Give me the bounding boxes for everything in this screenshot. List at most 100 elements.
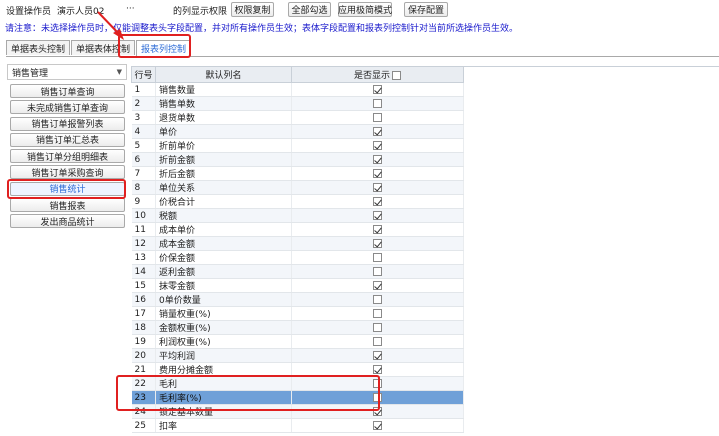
report-item[interactable]: 销售订单采购查询 xyxy=(10,165,125,180)
report-item[interactable]: 发出商品统计 xyxy=(10,214,125,229)
column-name: 单价 xyxy=(155,124,292,139)
column-name: 扣率 xyxy=(155,418,292,433)
tab-report-columns[interactable]: 报表列控制 xyxy=(136,40,192,56)
column-permission-label: 的列显示权限 xyxy=(173,7,228,17)
table-row[interactable]: 20 平均利润 xyxy=(131,348,464,363)
table-row[interactable]: 9 价税合计 xyxy=(131,194,464,209)
table-row[interactable]: 2 销售单数 xyxy=(131,96,464,111)
unchecked-checkbox[interactable] xyxy=(373,322,382,332)
checked-checkbox[interactable] xyxy=(373,140,382,150)
table-row[interactable]: 6 折前金额 xyxy=(131,152,464,167)
column-name: 锁定基本数量 xyxy=(155,404,292,419)
table-row[interactable]: 7 折后金额 xyxy=(131,166,464,181)
checked-checkbox[interactable] xyxy=(373,182,382,192)
tab-doc-header[interactable]: 单据表头控制 xyxy=(6,40,71,55)
checked-checkbox[interactable] xyxy=(373,168,382,178)
unchecked-checkbox[interactable] xyxy=(373,112,382,122)
checked-checkbox[interactable] xyxy=(373,154,382,164)
module-select[interactable]: 销售管理 ▼ xyxy=(7,64,127,80)
table-row[interactable]: 1 销售数量 xyxy=(131,82,464,97)
tab-doc-body[interactable]: 单据表体控制 xyxy=(71,40,136,55)
unchecked-checkbox[interactable] xyxy=(373,294,382,304)
checked-checkbox[interactable] xyxy=(373,196,382,206)
row-number: 17 xyxy=(131,306,156,321)
table-row[interactable]: 14 返利金额 xyxy=(131,264,464,279)
operator-value[interactable]: 演示人员02 xyxy=(57,4,104,17)
show-cell xyxy=(291,292,464,307)
column-grid: 行号 默认列名 是否显示 1 销售数量 2 销售单数 3 退货单数 4 单价 5 折前单价 6 折前金… xyxy=(131,66,464,433)
row-number: 15 xyxy=(131,278,156,293)
header-select-all-checkbox[interactable] xyxy=(392,71,401,80)
checked-checkbox[interactable] xyxy=(373,84,382,94)
unchecked-checkbox[interactable] xyxy=(373,392,382,402)
row-number: 9 xyxy=(131,194,156,209)
report-item[interactable]: 销售订单报警列表 xyxy=(10,116,125,131)
header-column-name: 默认列名 xyxy=(155,66,292,83)
column-name: 利润权重(%) xyxy=(155,334,292,349)
table-row[interactable]: 8 单位关系 xyxy=(131,180,464,195)
report-item[interactable]: 销售订单查询 xyxy=(10,84,125,98)
show-cell xyxy=(291,278,464,293)
save-config-button[interactable]: 保存配置 xyxy=(404,2,448,17)
checked-checkbox[interactable] xyxy=(373,280,382,290)
table-row[interactable]: 25 扣率 xyxy=(131,418,464,433)
unchecked-checkbox[interactable] xyxy=(373,336,382,346)
report-item[interactable]: 销售订单分组明细表 xyxy=(10,149,125,164)
checked-checkbox[interactable] xyxy=(373,224,382,234)
unchecked-checkbox[interactable] xyxy=(373,308,382,318)
notice-text: 请注意：未选择操作员时，仅能调整表头字段配置，并对所有操作员生效；表体字段配置和… xyxy=(5,24,519,34)
table-row[interactable]: 3 退货单数 xyxy=(131,110,464,125)
table-row[interactable]: 24 锁定基本数量 xyxy=(131,404,464,419)
checked-checkbox[interactable] xyxy=(373,126,382,136)
table-row[interactable]: 18 金额权重(%) xyxy=(131,320,464,335)
unchecked-checkbox[interactable] xyxy=(373,266,382,276)
report-item[interactable]: 销售报表 xyxy=(10,198,125,213)
checked-checkbox[interactable] xyxy=(373,406,382,416)
table-row[interactable]: 11 成本单价 xyxy=(131,222,464,237)
column-name: 折后金额 xyxy=(155,166,292,181)
module-select-value: 销售管理 xyxy=(12,68,49,79)
checked-checkbox[interactable] xyxy=(373,364,382,374)
simple-mode-button[interactable]: 应用极简模式 xyxy=(338,2,392,17)
table-row[interactable]: 21 费用分摊金额 xyxy=(131,362,464,377)
table-row[interactable]: 15 抹零金额 xyxy=(131,278,464,293)
show-cell xyxy=(291,222,464,237)
report-item[interactable]: 未完成销售订单查询 xyxy=(10,100,125,115)
table-row[interactable]: 23 毛利率(%) xyxy=(131,390,464,405)
row-number: 23 xyxy=(131,390,156,405)
show-cell xyxy=(291,194,464,209)
table-row[interactable]: 17 销量权重(%) xyxy=(131,306,464,321)
unchecked-checkbox[interactable] xyxy=(373,98,382,108)
checked-checkbox[interactable] xyxy=(373,350,382,360)
column-name: 费用分摊金额 xyxy=(155,362,292,377)
checked-checkbox[interactable] xyxy=(373,210,382,220)
column-name: 抹零金额 xyxy=(155,278,292,293)
table-row[interactable]: 5 折前单价 xyxy=(131,138,464,153)
table-row[interactable]: 19 利润权重(%) xyxy=(131,334,464,349)
table-row[interactable]: 12 成本金额 xyxy=(131,236,464,251)
column-name: 单位关系 xyxy=(155,180,292,195)
show-cell xyxy=(291,390,464,405)
table-row[interactable]: 22 毛利 xyxy=(131,376,464,391)
checked-checkbox[interactable] xyxy=(373,420,382,430)
row-number: 14 xyxy=(131,264,156,279)
copy-permission-button[interactable]: 权限复制 xyxy=(231,2,274,17)
show-cell xyxy=(291,208,464,223)
unchecked-checkbox[interactable] xyxy=(373,378,382,388)
row-number: 11 xyxy=(131,222,156,237)
unchecked-checkbox[interactable] xyxy=(373,252,382,262)
row-number: 12 xyxy=(131,236,156,251)
module-panel: 销售管理 ▼ 销售订单查询 未完成销售订单查询 销售订单报警列表 销售订单汇总表… xyxy=(7,64,127,231)
row-number: 5 xyxy=(131,138,156,153)
checked-checkbox[interactable] xyxy=(373,238,382,248)
table-row[interactable]: 10 税额 xyxy=(131,208,464,223)
show-cell xyxy=(291,250,464,265)
column-name: 毛利 xyxy=(155,376,292,391)
report-item[interactable]: 销售订单汇总表 xyxy=(10,132,125,147)
select-all-button[interactable]: 全部勾选 xyxy=(288,2,331,17)
report-item-selected[interactable]: 销售统计 xyxy=(10,181,125,196)
table-row[interactable]: 13 价保金额 xyxy=(131,250,464,265)
table-row[interactable]: 4 单价 xyxy=(131,124,464,139)
operator-picker-button[interactable]: ··· xyxy=(126,4,135,14)
table-row[interactable]: 16 0单价数量 xyxy=(131,292,464,307)
